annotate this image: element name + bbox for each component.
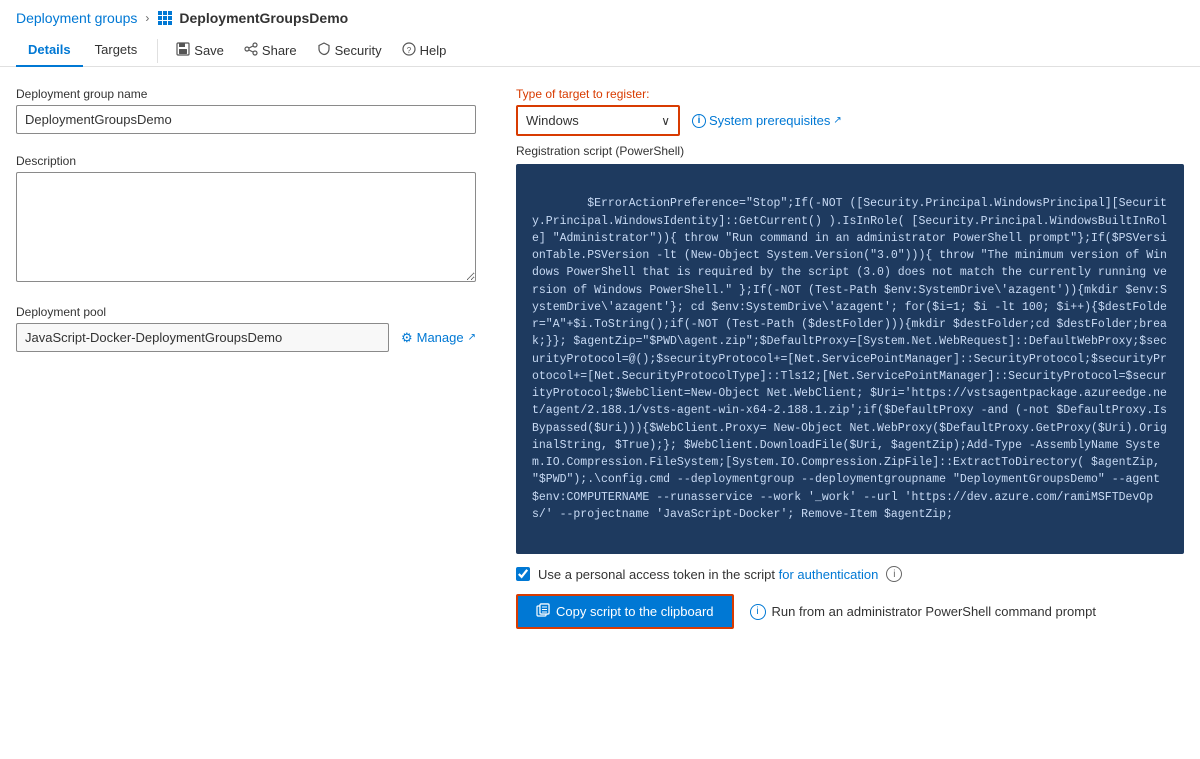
clipboard-icon [536,603,550,620]
system-prereqs-link[interactable]: i System prerequisites ↗ [692,113,842,128]
top-bar: Deployment groups › [0,0,1200,67]
share-action[interactable]: Share [234,36,307,65]
breadcrumb-parent[interactable]: Deployment groups [16,10,137,26]
run-info-label: Run from an administrator PowerShell com… [772,604,1096,619]
external-link-icon: ↗ [468,332,476,343]
breadcrumb-current: DeploymentGroupsDemo [157,10,348,26]
save-icon [176,42,190,59]
share-icon [244,42,258,59]
help-action[interactable]: ? Help [392,36,457,65]
pat-checkbox[interactable] [516,567,530,581]
tab-details[interactable]: Details [16,34,83,67]
pat-info-icon[interactable]: i [886,566,902,582]
nav-divider [157,39,158,63]
description-label: Description [16,154,476,168]
breadcrumb: Deployment groups › [16,10,1184,26]
deployment-group-icon [157,10,173,26]
copy-script-button[interactable]: Copy script to the clipboard [516,594,734,629]
description-section: Description [16,154,476,285]
checkbox-row: Use a personal access token in the scrip… [516,566,1184,582]
tab-targets[interactable]: Targets [83,34,150,67]
shield-icon [317,42,331,59]
checkbox-label: Use a personal access token in the scrip… [538,567,878,582]
nav-tabs: Details Targets Save [16,34,1184,67]
pool-row: JavaScript-Docker-DeploymentGroupsDemo ⚙… [16,323,476,352]
target-type-row: Windows Linux ∨ i System prerequisites ↗ [516,105,1184,136]
group-name-input[interactable] [16,105,476,134]
right-panel: Type of target to register: Windows Linu… [516,87,1184,629]
share-label: Share [262,43,297,58]
registration-script-label: Registration script (PowerShell) [516,144,1184,158]
manage-link[interactable]: ⚙ Manage ↗ [401,330,476,346]
description-textarea[interactable] [16,172,476,282]
breadcrumb-current-text: DeploymentGroupsDemo [179,10,348,26]
system-prereqs-info-icon: i [692,114,706,128]
pool-value: JavaScript-Docker-DeploymentGroupsDemo [16,323,389,352]
security-action[interactable]: Security [307,36,392,65]
breadcrumb-separator: › [145,11,149,25]
run-info-icon: i [750,604,766,620]
action-row: Copy script to the clipboard i Run from … [516,594,1184,629]
pool-label: Deployment pool [16,305,476,319]
target-type-section: Type of target to register: Windows Linu… [516,87,1184,629]
manage-label: Manage [417,330,464,345]
help-icon: ? [402,42,416,59]
target-type-select-wrapper: Windows Linux ∨ [516,105,680,136]
run-info: i Run from an administrator PowerShell c… [750,604,1096,620]
system-prereqs-label: System prerequisites [709,113,830,128]
save-label: Save [194,43,224,58]
target-type-label: Type of target to register: [516,87,1184,101]
gear-icon: ⚙ [401,330,413,346]
group-name-section: Deployment group name [16,87,476,134]
system-prereqs-external-icon: ↗ [833,115,841,126]
script-box: $ErrorActionPreference="Stop";If(-NOT ([… [516,164,1184,554]
pool-section: Deployment pool JavaScript-Docker-Deploy… [16,305,476,352]
main-content: Deployment group name Description Deploy… [0,67,1200,649]
target-type-select[interactable]: Windows Linux [518,107,678,134]
security-label: Security [335,43,382,58]
group-name-label: Deployment group name [16,87,476,101]
help-label: Help [420,43,447,58]
left-panel: Deployment group name Description Deploy… [16,87,476,629]
copy-script-label: Copy script to the clipboard [556,604,714,619]
svg-text:?: ? [406,46,411,55]
save-action[interactable]: Save [166,36,234,65]
script-content: $ErrorActionPreference="Stop";If(-NOT ([… [532,197,1167,521]
